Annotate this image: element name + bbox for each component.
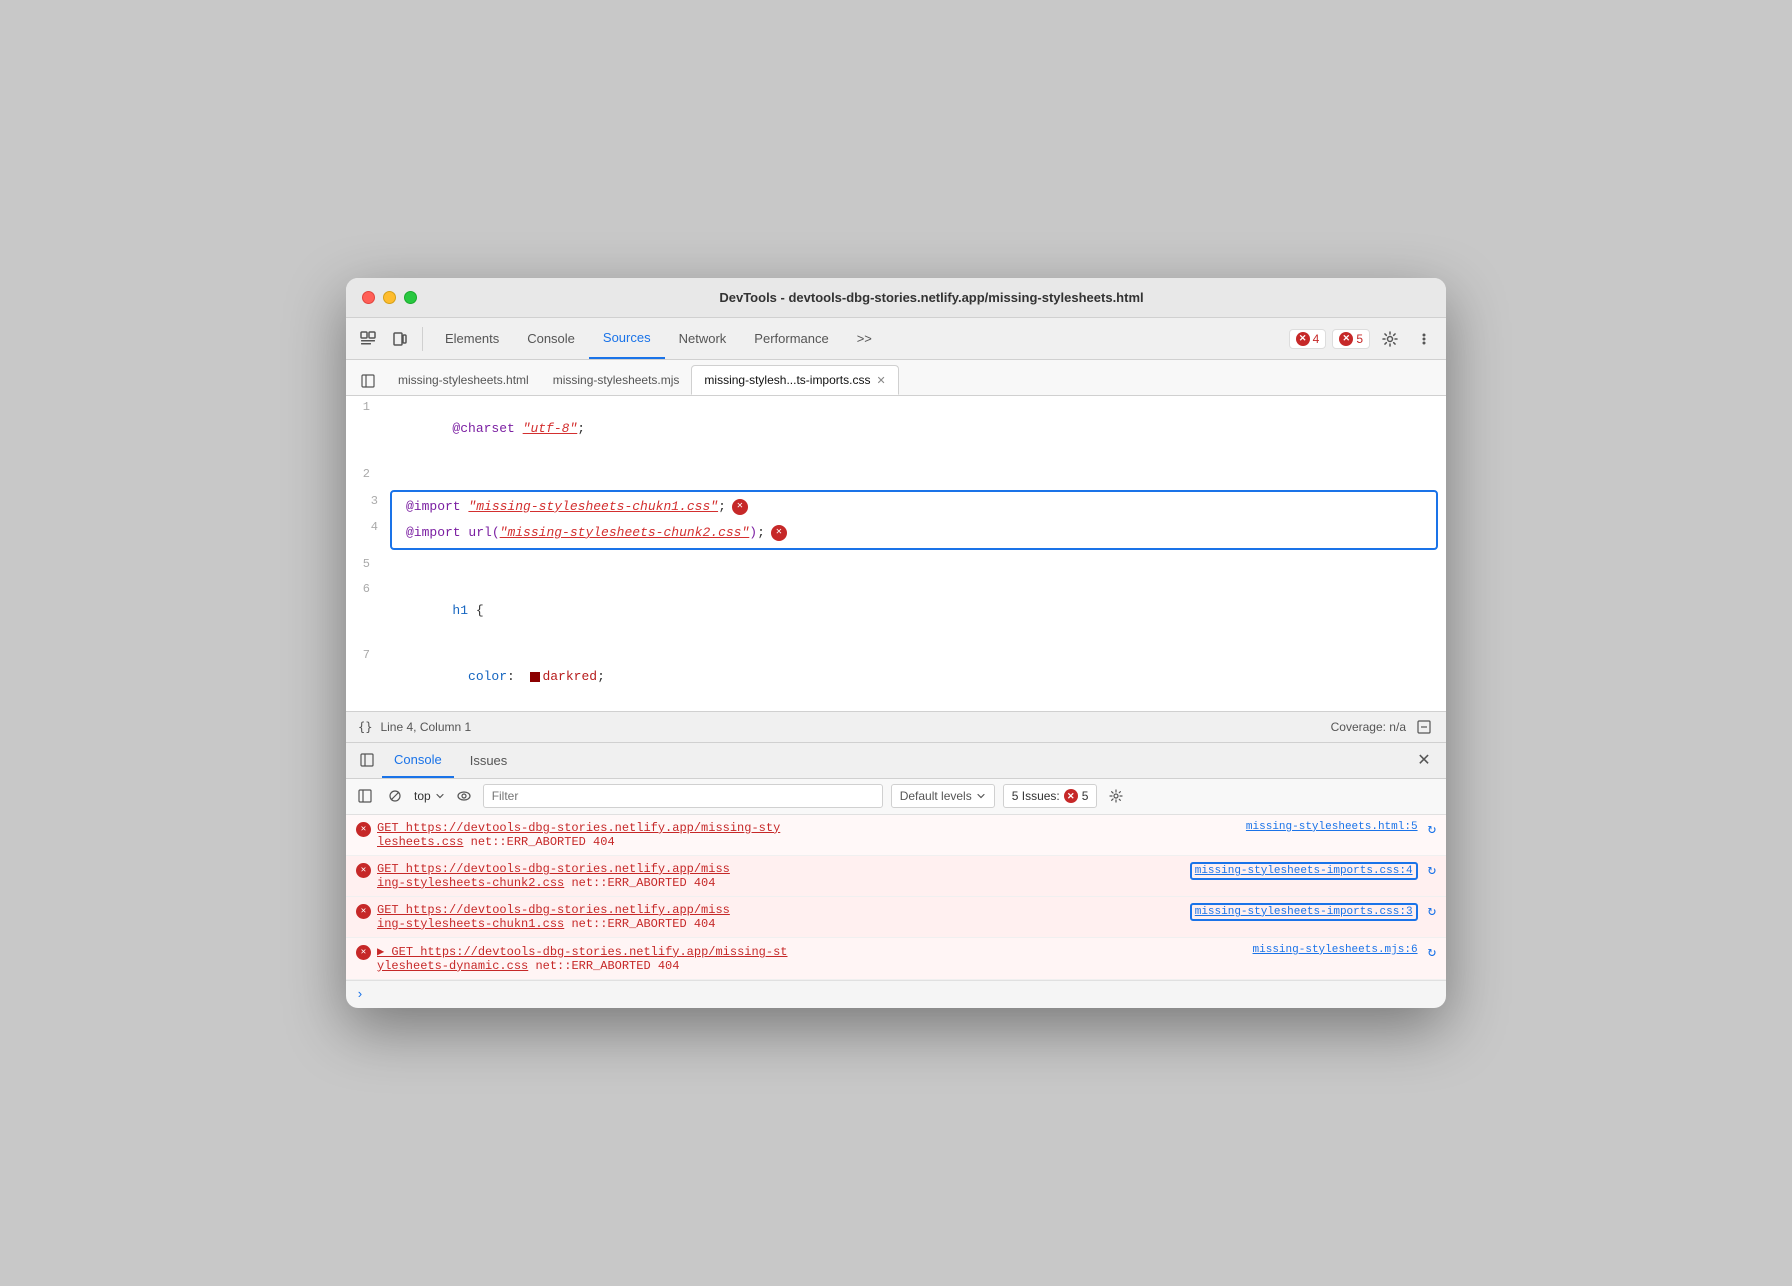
traffic-lights — [362, 291, 417, 304]
device-icon[interactable] — [386, 325, 414, 353]
levels-chevron-icon — [976, 791, 986, 801]
console-messages: ✕ GET https://devtools-dbg-stories.netli… — [346, 815, 1446, 1008]
error-badge-2[interactable]: ✕ 5 — [1332, 329, 1370, 349]
inspector-icon[interactable] — [354, 325, 382, 353]
close-console-icon[interactable]: ✕ — [1412, 748, 1436, 772]
source-link-msg2[interactable]: missing-stylesheets-imports.css:4 — [1190, 862, 1418, 880]
code-line-1: 1 @charset "utf-8"; — [346, 396, 1446, 462]
file-tab-html[interactable]: missing-stylesheets.html — [386, 365, 541, 395]
error-badge-1[interactable]: ✕ 4 — [1289, 329, 1327, 349]
format-icon[interactable]: {} — [358, 720, 372, 734]
console-filters: top Default levels 5 Issues: ✕ 5 — [346, 779, 1446, 815]
code-line-6: 6 h1 { — [346, 578, 1446, 644]
settings-icon[interactable] — [1376, 325, 1404, 353]
chevron-down-icon — [435, 791, 445, 801]
toolbar-right: ✕ 4 ✕ 5 — [1289, 325, 1438, 353]
console-toolbar: Console Issues ✕ — [346, 743, 1446, 779]
console-message-1: ✕ GET https://devtools-dbg-stories.netli… — [346, 815, 1446, 856]
status-bar: {} Line 4, Column 1 Coverage: n/a — [346, 711, 1446, 743]
code-line-2: 2 — [346, 463, 1446, 488]
tab-sources[interactable]: Sources — [589, 318, 665, 359]
minimize-button[interactable] — [383, 291, 396, 304]
maximize-button[interactable] — [404, 291, 417, 304]
error-icon-1: ✕ — [1296, 332, 1310, 346]
cursor-position: Line 4, Column 1 — [380, 720, 471, 734]
issues-count-badge[interactable]: 5 Issues: ✕ 5 — [1003, 784, 1098, 808]
reload-icon-msg4[interactable]: ↻ — [1428, 944, 1436, 961]
tab-network[interactable]: Network — [665, 318, 741, 359]
code-line-4: @import url( "missing-stylesheets-chunk2… — [398, 520, 1430, 546]
issues-error-icon: ✕ — [1064, 789, 1078, 803]
error-circle-line4: ✕ — [771, 525, 787, 541]
source-link-msg4[interactable]: missing-stylesheets.mjs:6 — [1253, 944, 1418, 956]
clear-console-icon[interactable] — [384, 785, 406, 807]
source-link-msg3[interactable]: missing-stylesheets-imports.css:3 — [1190, 903, 1418, 921]
console-message-2: ✕ GET https://devtools-dbg-stories.netli… — [346, 856, 1446, 897]
console-input-line: › — [346, 980, 1446, 1008]
console-filter-input[interactable] — [483, 784, 883, 808]
tab-console-panel[interactable]: Console — [382, 743, 454, 778]
file-tab-close-icon[interactable]: ✕ — [876, 374, 885, 387]
color-swatch[interactable] — [530, 672, 540, 682]
tab-console[interactable]: Console — [513, 318, 589, 359]
file-tab-css[interactable]: missing-stylesh...ts-imports.css ✕ — [691, 365, 898, 395]
code-line-3: @import "missing-stylesheets-chukn1.css"… — [398, 494, 1430, 520]
tab-performance[interactable]: Performance — [740, 318, 842, 359]
tab-issues-panel[interactable]: Issues — [458, 743, 520, 778]
status-bar-right: Coverage: n/a — [1331, 717, 1434, 737]
levels-dropdown[interactable]: Default levels — [891, 784, 995, 808]
error-icon-2: ✕ — [1339, 332, 1353, 346]
sidebar-toggle-icon[interactable] — [354, 367, 382, 395]
source-link-msg1[interactable]: missing-stylesheets.html:5 — [1246, 821, 1418, 833]
toolbar-separator — [422, 327, 423, 351]
tab-elements[interactable]: Elements — [431, 318, 513, 359]
code-editor: 1 @charset "utf-8"; 2 3 4 @import — [346, 396, 1446, 711]
error-icon-msg4: ✕ — [356, 945, 371, 960]
coverage-label: Coverage: n/a — [1331, 720, 1406, 734]
code-line-5: 5 — [346, 553, 1446, 578]
tab-more[interactable]: >> — [843, 318, 886, 359]
error-icon-msg1: ✕ — [356, 822, 371, 837]
console-settings-icon[interactable] — [1105, 785, 1127, 807]
code-line-7: 7 color: darkred; — [346, 644, 1446, 710]
devtools-toolbar: Elements Console Sources Network Perform… — [346, 318, 1446, 360]
eye-icon[interactable] — [453, 785, 475, 807]
console-message-4: ✕ ▶ GET https://devtools-dbg-stories.net… — [346, 938, 1446, 980]
reload-icon-msg3[interactable]: ↻ — [1428, 903, 1436, 920]
error-icon-msg2: ✕ — [356, 863, 371, 878]
error-icon-msg3: ✕ — [356, 904, 371, 919]
file-tabs: missing-stylesheets.html missing-stylesh… — [346, 360, 1446, 396]
drawer-toggle-icon[interactable] — [356, 749, 378, 771]
reload-icon-msg1[interactable]: ↻ — [1428, 821, 1436, 838]
tab-navigation: Elements Console Sources Network Perform… — [431, 318, 1285, 359]
file-tab-mjs[interactable]: missing-stylesheets.mjs — [541, 365, 692, 395]
console-message-3: ✕ GET https://devtools-dbg-stories.netli… — [346, 897, 1446, 938]
sidebar-toggle-console-icon[interactable] — [354, 785, 376, 807]
window-title: DevTools - devtools-dbg-stories.netlify.… — [433, 290, 1430, 305]
console-prompt-icon: › — [356, 987, 364, 1002]
error-circle-line3: ✕ — [732, 499, 748, 515]
top-context-selector[interactable]: top — [414, 789, 445, 803]
menu-icon[interactable] — [1410, 325, 1438, 353]
close-button[interactable] — [362, 291, 375, 304]
status-bar-left: {} Line 4, Column 1 — [358, 720, 471, 734]
titlebar: DevTools - devtools-dbg-stories.netlify.… — [346, 278, 1446, 318]
reload-icon-msg2[interactable]: ↻ — [1428, 862, 1436, 879]
coverage-icon[interactable] — [1414, 717, 1434, 737]
devtools-window: DevTools - devtools-dbg-stories.netlify.… — [346, 278, 1446, 1008]
